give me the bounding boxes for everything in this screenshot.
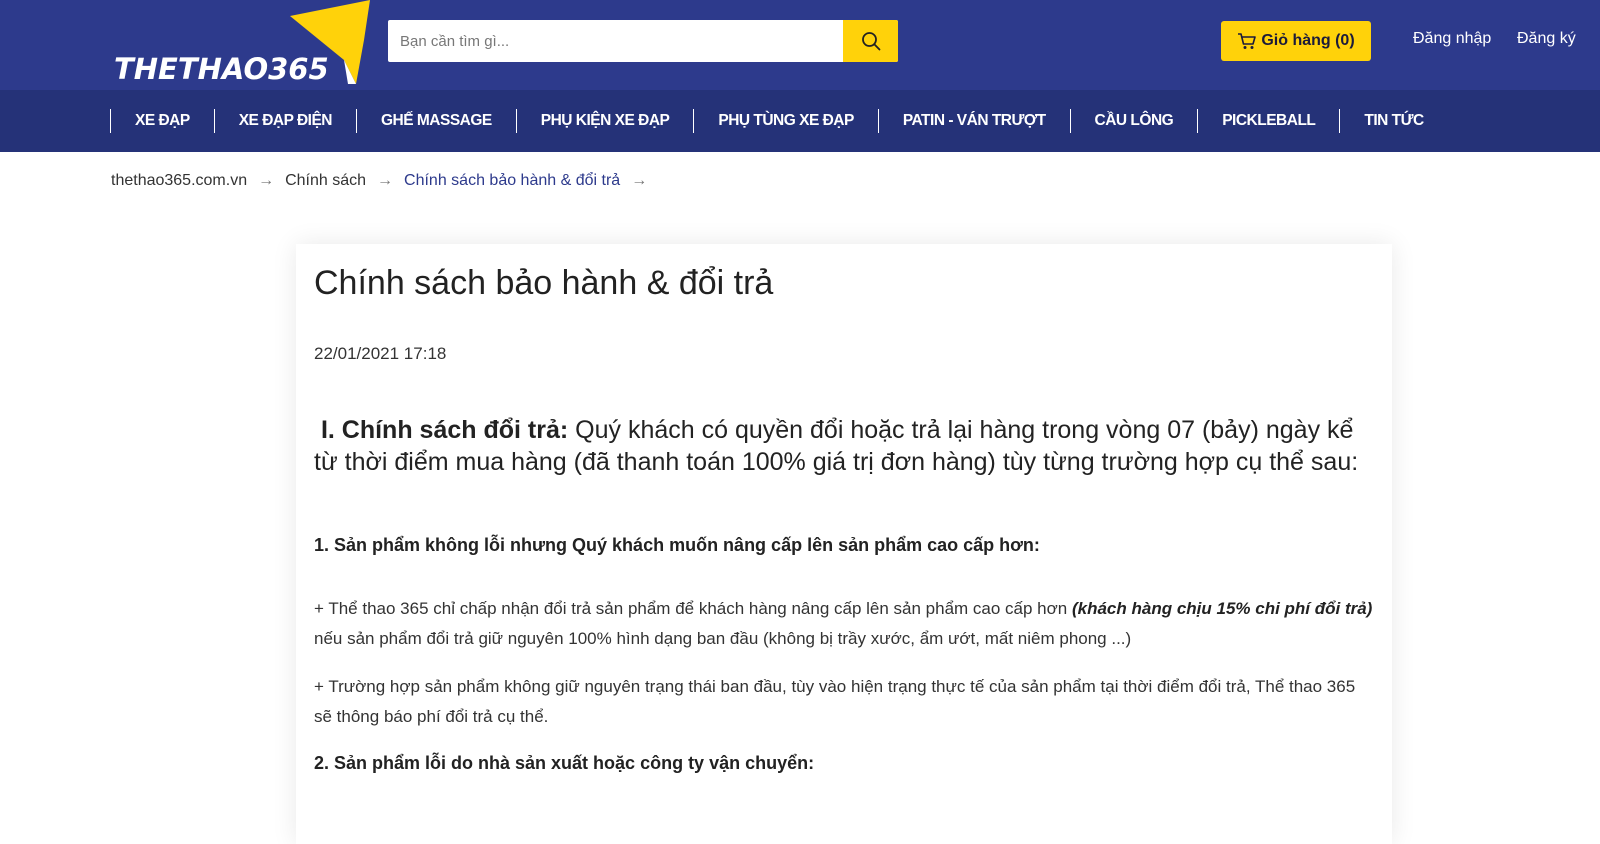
paragraph-1-start: + Thể thao 365 chỉ chấp nhận đổi trả sản… <box>314 599 1072 618</box>
search-button[interactable] <box>843 20 898 62</box>
paragraph-1-end: nếu sản phẩm đổi trả giữ nguyên 100% hìn… <box>314 629 1132 648</box>
paragraph-1: + Thể thao 365 chỉ chấp nhận đổi trả sản… <box>314 594 1374 654</box>
nav-item-phu-kien-xe-dap[interactable]: PHỤ KIỆN XE ĐẠP <box>515 109 694 133</box>
nav-item-ghe-massage[interactable]: GHẾ MASSAGE <box>356 109 516 133</box>
main-nav: XE ĐẠP XE ĐẠP ĐIỆN GHẾ MASSAGE PHỤ KIỆN … <box>0 90 1600 152</box>
lead-heading: I. Chính sách đổi trả: <box>320 416 569 444</box>
search-bar <box>388 20 898 62</box>
breadcrumb-home[interactable]: thethao365.com.vn <box>111 172 247 190</box>
cart-label: Giỏ hàng (0) <box>1261 32 1355 49</box>
nav-item-phu-tung-xe-dap[interactable]: PHỤ TÙNG XE ĐẠP <box>693 109 877 133</box>
nav-item-cau-long[interactable]: CẦU LÔNG <box>1069 109 1198 133</box>
page-title: Chính sách bảo hành & đổi trả <box>314 264 774 302</box>
site-logo[interactable]: THETHAO365 <box>112 0 372 90</box>
nav-list: XE ĐẠP XE ĐẠP ĐIỆN GHẾ MASSAGE PHỤ KIỆN … <box>110 90 1448 152</box>
breadcrumb-current[interactable]: Chính sách bảo hành & đổi trả <box>404 172 620 190</box>
article-lead: I. Chính sách đổi trả: Quý khách có quyề… <box>314 414 1374 478</box>
top-header: THETHAO365 Giỏ hàng (0) Đăng nhập Đăng k… <box>0 0 1600 90</box>
search-icon <box>861 32 880 51</box>
breadcrumb-separator: → <box>631 172 648 189</box>
paragraph-2: + Trường hợp sản phẩm không giữ nguyên t… <box>314 677 1356 726</box>
section-1-heading: 1. Sản phẩm không lỗi nhưng Quý khách mu… <box>314 535 1040 555</box>
search-input[interactable] <box>388 20 843 62</box>
article-date: 22/01/2021 17:18 <box>314 344 447 363</box>
breadcrumb-separator: → <box>258 172 275 189</box>
breadcrumb-separator: → <box>377 172 394 189</box>
paragraph-1-emphasis: (khách hàng chịu 15% chi phí đổi trả) <box>1071 599 1373 618</box>
nav-item-patin-van-truot[interactable]: PATIN - VÁN TRƯỢT <box>877 109 1070 133</box>
section-2-heading: 2. Sản phẩm lỗi do nhà sản xuất hoặc côn… <box>314 753 815 773</box>
logo-text: THETHAO365 <box>114 52 329 86</box>
nav-item-pickleball[interactable]: PICKLEBALL <box>1197 109 1339 133</box>
cart-icon <box>1238 33 1257 49</box>
cart-button[interactable]: Giỏ hàng (0) <box>1221 21 1371 61</box>
register-link[interactable]: Đăng ký <box>1517 30 1576 48</box>
article-card: Chính sách bảo hành & đổi trả 22/01/2021… <box>296 244 1392 844</box>
nav-item-xe-dap-dien[interactable]: XE ĐẠP ĐIỆN <box>213 109 356 133</box>
login-link[interactable]: Đăng nhập <box>1413 30 1491 48</box>
breadcrumb-section[interactable]: Chính sách <box>285 172 366 190</box>
breadcrumb: thethao365.com.vn → Chính sách → Chính s… <box>111 172 658 190</box>
nav-item-tin-tuc[interactable]: TIN TỨC <box>1339 109 1447 133</box>
nav-item-xe-dap[interactable]: XE ĐẠP <box>110 109 214 133</box>
